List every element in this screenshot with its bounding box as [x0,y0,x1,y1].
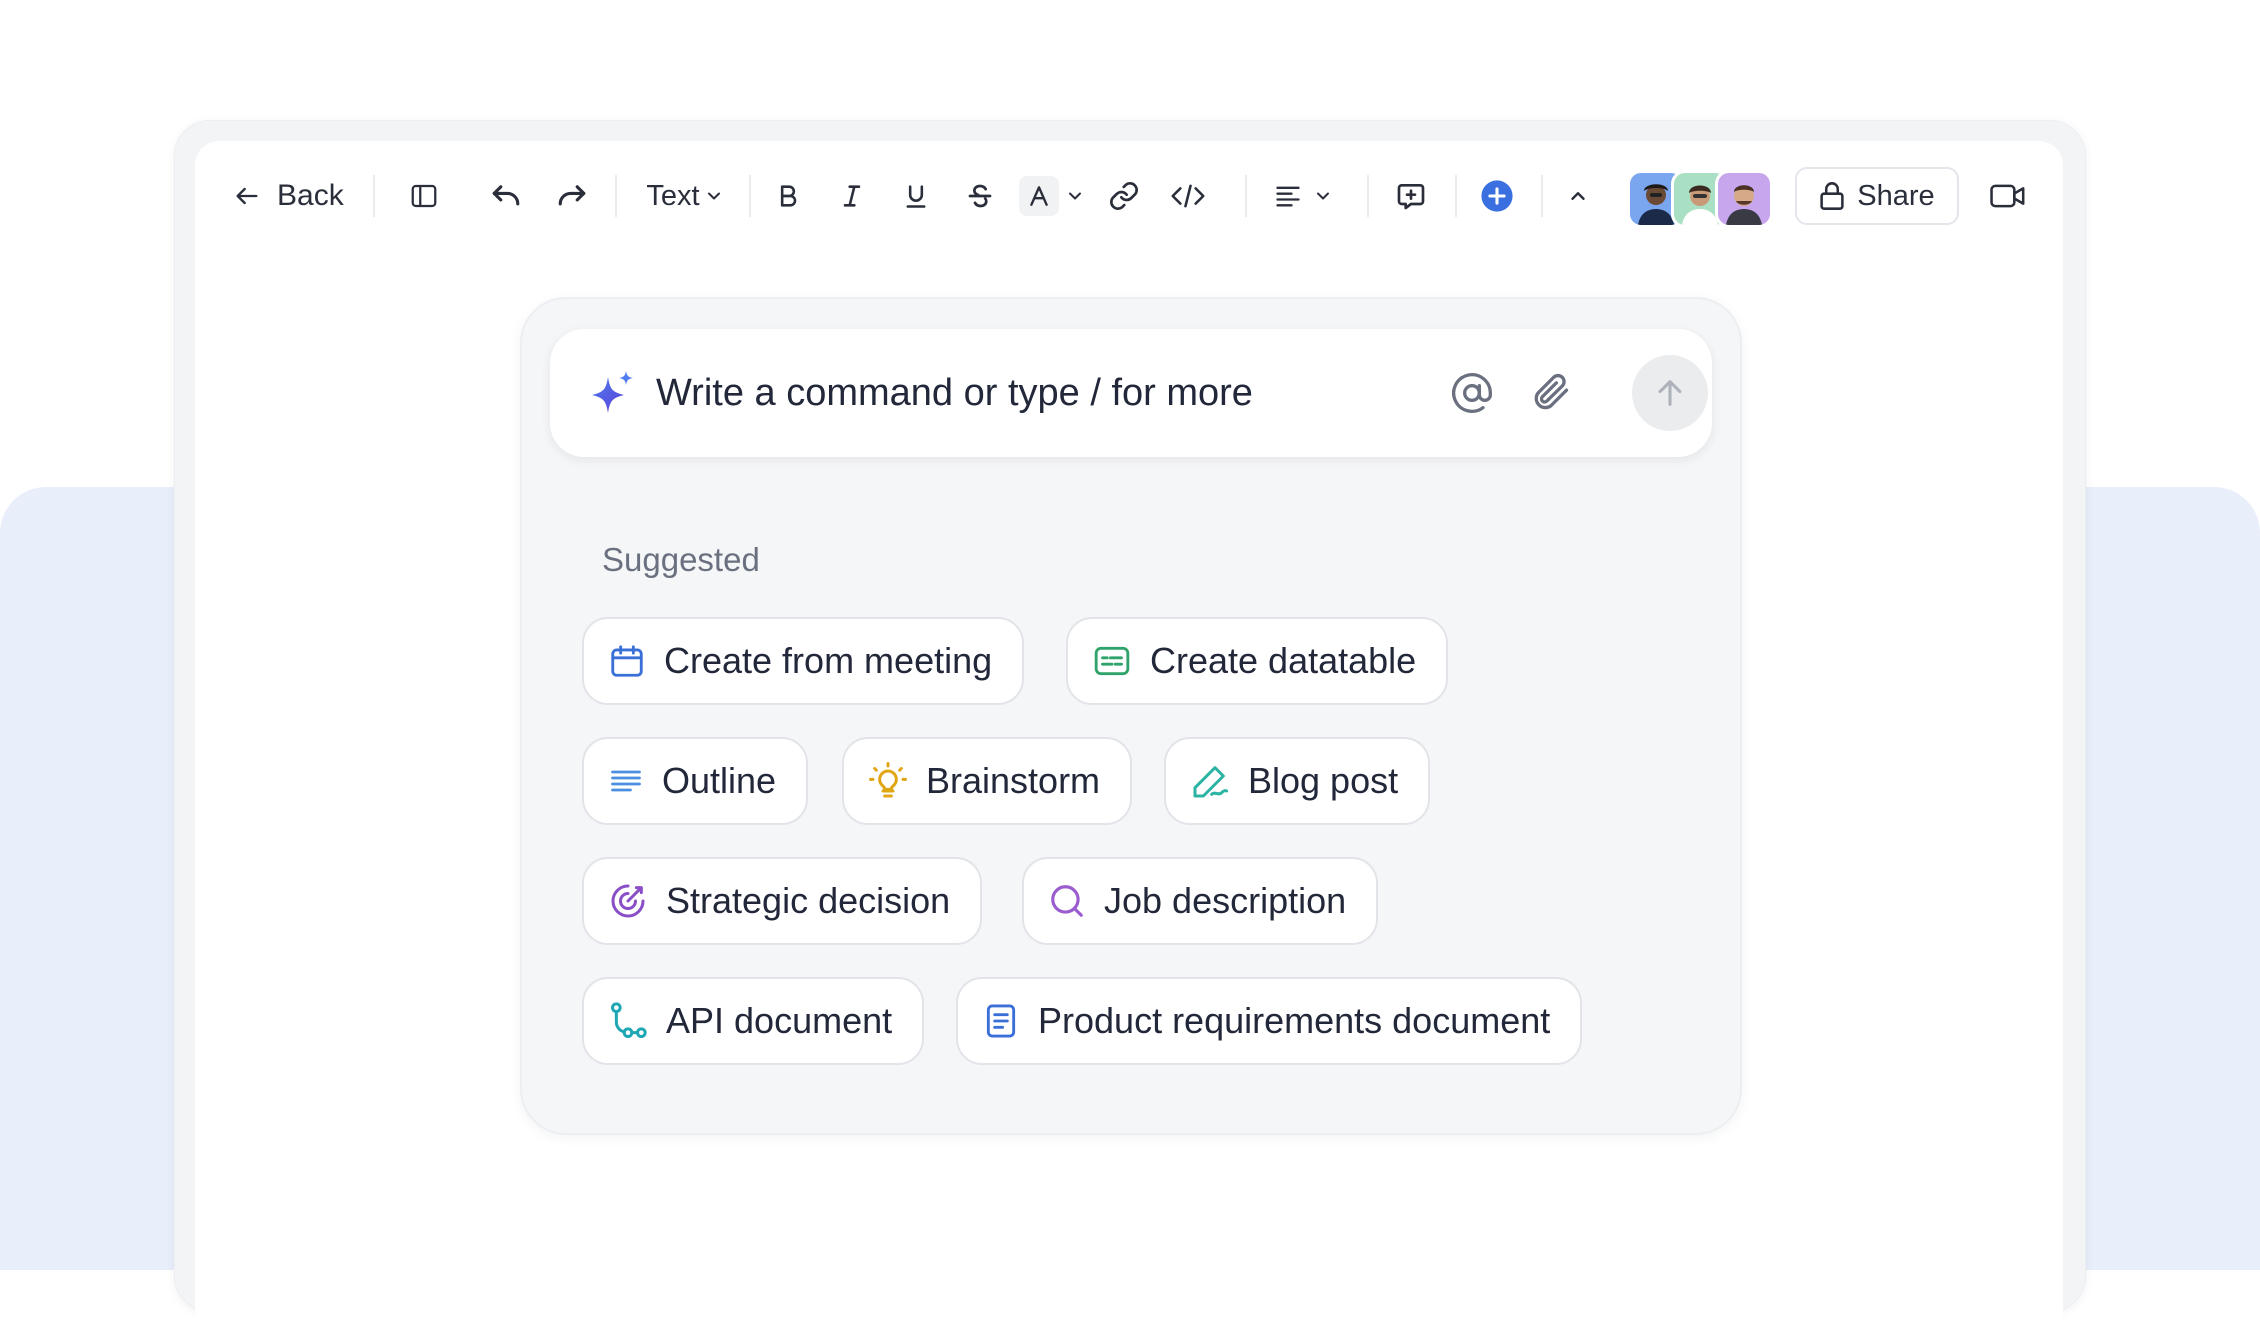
avatar[interactable] [1715,170,1773,228]
suggestion-job-description[interactable]: Job description [1022,857,1379,945]
back-button[interactable]: Back [233,141,344,251]
share-label: Share [1857,179,1935,212]
toolbar-divider [1367,175,1369,217]
toolbar-divider [1455,175,1457,217]
pen-icon [1193,766,1229,798]
underline-icon [906,185,926,208]
sidebar-icon [411,184,437,208]
chevron-down-icon [707,192,720,200]
video-camera-icon [1990,184,2025,208]
bold-icon [780,185,797,207]
suggestion-outline[interactable]: Outline [582,737,809,825]
toolbar-divider [1541,175,1543,217]
link-icon [1110,182,1138,210]
editor-toolbar: Back Text Share [195,141,2063,251]
underline-button[interactable] [891,141,941,251]
toolbar-divider [749,175,751,217]
suggestion-label: Job description [1104,880,1347,921]
command-box [550,329,1712,457]
back-label: Back [277,179,344,212]
add-comment-button[interactable] [1385,141,1437,251]
text-color-dropdown[interactable] [1017,141,1087,251]
ai-assistant-panel: Suggested Create from meeting Create dat… [520,297,1742,1135]
suggestion-create-from-meeting[interactable]: Create from meeting [582,617,1025,705]
strikethrough-button[interactable] [955,141,1005,251]
align-left-icon [1276,186,1300,207]
comment-plus-icon [1397,184,1425,210]
toolbar-divider [615,175,617,217]
suggestion-product-requirements-document[interactable]: Product requirements document [956,977,1583,1065]
arrow-left-icon [236,187,258,205]
mention-icon[interactable] [1450,371,1494,415]
insert-button[interactable] [1469,141,1525,251]
text-style-dropdown[interactable]: Text [635,141,735,251]
document-icon [986,1004,1016,1038]
collapse-toolbar-button[interactable] [1553,141,1603,251]
suggestion-label: Strategic decision [666,880,951,921]
target-icon [611,884,645,918]
collaborator-avatars[interactable] [1627,170,1773,228]
outline-icon [611,770,641,792]
italic-button[interactable] [827,141,877,251]
italic-icon [843,185,861,207]
search-icon [1051,885,1083,917]
suggested-heading: Suggested [602,541,760,578]
text-style-label: Text [646,179,700,212]
toolbar-divider [1245,175,1247,217]
redo-icon [558,185,586,206]
datatable-icon [1094,646,1130,676]
align-dropdown[interactable] [1263,141,1343,251]
suggestion-label: Create from meeting [664,640,993,681]
plus-circle-icon [1481,180,1513,212]
command-input[interactable] [656,363,1416,423]
suggestion-brainstorm[interactable]: Brainstorm [842,737,1133,825]
share-button[interactable]: Share [1795,167,1959,225]
suggestion-api-document[interactable]: API document [582,977,925,1065]
flow-icon [611,1002,647,1039]
undo-button[interactable] [481,141,531,251]
toolbar-divider [373,175,375,217]
chevron-down-icon [1069,192,1081,200]
attachment-icon[interactable] [1528,369,1572,415]
suggestion-label: Outline [662,760,777,801]
suggestion-create-datatable[interactable]: Create datatable [1066,617,1449,705]
chevron-down-icon [1317,192,1329,200]
redo-button[interactable] [547,141,597,251]
link-button[interactable] [1099,141,1149,251]
code-button[interactable] [1161,141,1215,251]
suggestion-label: API document [666,1000,893,1041]
suggestion-label: Blog post [1248,760,1399,801]
calendar-icon [611,645,643,677]
lock-icon [1820,182,1844,210]
undo-icon [492,185,520,206]
suggestion-label: Brainstorm [926,760,1101,801]
code-icon [1171,184,1205,208]
sidebar-toggle-button[interactable] [399,141,449,251]
send-button[interactable] [1632,355,1708,431]
suggestion-blog-post[interactable]: Blog post [1164,737,1431,825]
bold-button[interactable] [763,141,813,251]
video-call-button[interactable] [1983,141,2033,251]
suggestion-label: Product requirements document [1038,1000,1551,1041]
text-color-icon [1019,176,1059,216]
strikethrough-icon [968,184,992,208]
suggestion-label: Create datatable [1150,640,1417,681]
sparkle-icon [592,371,633,413]
arrow-up-icon [1658,380,1682,406]
lightbulb-icon [869,762,907,798]
suggestion-strategic-decision[interactable]: Strategic decision [582,857,983,945]
chevron-up-icon [1571,192,1585,200]
